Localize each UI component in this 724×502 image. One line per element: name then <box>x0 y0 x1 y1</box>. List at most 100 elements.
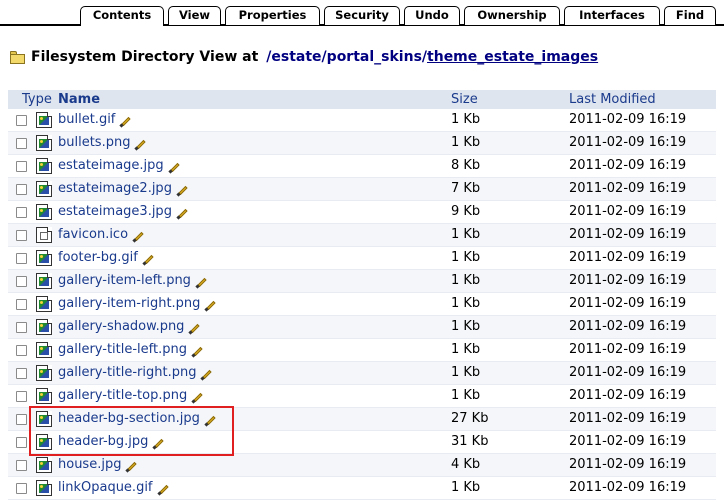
row-checkbox[interactable] <box>16 483 27 494</box>
pencil-icon[interactable] <box>134 139 147 151</box>
image-icon[interactable] <box>36 250 52 266</box>
file-size: 1 Kb <box>451 227 481 242</box>
pencil-icon[interactable] <box>156 484 169 496</box>
row-checkbox[interactable] <box>16 437 27 448</box>
table-row: estateimage2.jpg 7 Kb 2011-02-09 16:19 <box>8 178 716 201</box>
row-checkbox[interactable] <box>16 322 27 333</box>
file-name-link[interactable]: estateimage3.jpg <box>58 204 188 220</box>
image-icon[interactable] <box>36 181 52 197</box>
table-row: gallery-item-left.png 1 Kb 2011-02-09 16:1… <box>8 270 716 293</box>
pencil-icon[interactable] <box>142 254 154 266</box>
pencil-icon[interactable] <box>200 369 213 381</box>
row-checkbox[interactable] <box>16 253 27 264</box>
pencil-icon[interactable] <box>204 300 217 312</box>
row-checkbox[interactable] <box>16 460 27 471</box>
file-name: gallery-title-left.png <box>58 342 187 357</box>
column-size[interactable]: Size <box>451 92 478 107</box>
row-checkbox[interactable] <box>16 414 27 425</box>
pencil-icon[interactable] <box>176 208 188 220</box>
pencil-icon[interactable] <box>168 162 180 174</box>
file-name-link[interactable]: gallery-item-right.png <box>58 296 217 312</box>
tab-interfaces[interactable]: Interfaces <box>564 6 660 25</box>
file-modified: 2011-02-09 16:19 <box>569 250 687 265</box>
file-modified: 2011-02-09 16:19 <box>569 411 687 426</box>
file-name-link[interactable]: header-bg-section.jpg <box>58 411 216 427</box>
pencil-icon[interactable] <box>188 323 201 335</box>
file-name-link[interactable]: gallery-title-right.png <box>58 365 213 381</box>
file-name-link[interactable]: favicon.ico <box>58 227 144 243</box>
file-name-link[interactable]: gallery-title-left.png <box>58 342 203 358</box>
image-icon[interactable] <box>36 457 52 473</box>
pencil-icon[interactable] <box>195 277 207 289</box>
table-row: header-bg.jpg 31 Kb 2011-02-09 16:19 <box>8 431 716 454</box>
table-row: gallery-item-right.png 1 Kb 2011-02-09 16:… <box>8 293 716 316</box>
row-checkbox[interactable] <box>16 391 27 402</box>
row-checkbox[interactable] <box>16 138 27 149</box>
image-icon[interactable] <box>36 434 52 450</box>
pencil-icon[interactable] <box>132 231 144 243</box>
image-icon[interactable] <box>36 342 52 358</box>
file-name: gallery-item-left.png <box>58 273 191 288</box>
file-name-link[interactable]: bullets.png <box>58 135 147 151</box>
image-icon[interactable] <box>36 319 52 335</box>
file-name: house.jpg <box>58 457 122 472</box>
tab-properties[interactable]: Properties <box>225 6 320 25</box>
image-icon[interactable] <box>36 112 52 128</box>
row-checkbox[interactable] <box>16 161 27 172</box>
column-last-modified[interactable]: Last Modified <box>569 92 656 107</box>
row-checkbox[interactable] <box>16 184 27 195</box>
file-name-link[interactable]: header-bg.jpg <box>58 434 165 450</box>
breadcrumb-theme-estate-images[interactable]: theme_estate_images <box>427 49 598 65</box>
file-name-link[interactable]: linkOpaque.gif <box>58 480 169 496</box>
file-name-link[interactable]: bullet.gif <box>58 112 131 128</box>
file-name-link[interactable]: gallery-shadow.png <box>58 319 201 335</box>
file-name-link[interactable]: house.jpg <box>58 457 138 473</box>
row-checkbox[interactable] <box>16 207 27 218</box>
image-icon[interactable] <box>36 411 52 427</box>
tab-ownership[interactable]: Ownership <box>464 6 560 25</box>
image-icon[interactable] <box>36 273 52 289</box>
file-name-link[interactable]: estateimage2.jpg <box>58 181 188 197</box>
file-name-link[interactable]: gallery-item-left.png <box>58 273 207 289</box>
pencil-icon[interactable] <box>125 461 138 473</box>
row-checkbox[interactable] <box>16 299 27 310</box>
tab-find[interactable]: Find <box>664 6 716 25</box>
table-row: footer-bg.gif 1 Kb 2011-02-09 16:19 <box>8 247 716 270</box>
row-checkbox[interactable] <box>16 115 27 126</box>
image-icon[interactable] <box>36 365 52 381</box>
breadcrumb-portal-skins[interactable]: portal_skins <box>327 49 422 65</box>
pencil-icon[interactable] <box>152 438 165 450</box>
pencil-icon[interactable] <box>191 392 203 404</box>
row-checkbox[interactable] <box>16 345 27 356</box>
file-size: 7 Kb <box>451 181 481 196</box>
file-name: estateimage3.jpg <box>58 204 172 219</box>
pencil-icon[interactable] <box>191 346 203 358</box>
file-name: estateimage.jpg <box>58 158 164 173</box>
breadcrumb-estate[interactable]: estate <box>271 49 321 65</box>
image-icon[interactable] <box>36 204 52 220</box>
tab-undo[interactable]: Undo <box>404 6 460 25</box>
tab-security[interactable]: Security <box>324 6 400 25</box>
row-checkbox[interactable] <box>16 276 27 287</box>
column-name[interactable]: Name <box>58 92 100 107</box>
file-modified: 2011-02-09 16:19 <box>569 319 687 334</box>
file-icon[interactable] <box>36 227 52 243</box>
row-checkbox[interactable] <box>16 368 27 379</box>
pencil-icon[interactable] <box>204 415 216 427</box>
pencil-icon[interactable] <box>119 116 131 128</box>
image-icon[interactable] <box>36 158 52 174</box>
file-name-link[interactable]: footer-bg.gif <box>58 250 154 266</box>
image-icon[interactable] <box>36 480 52 496</box>
tab-contents[interactable]: Contents <box>80 6 164 26</box>
image-icon[interactable] <box>36 388 52 404</box>
row-checkbox[interactable] <box>16 230 27 241</box>
file-name-link[interactable]: gallery-title-top.png <box>58 388 203 404</box>
file-name: header-bg-section.jpg <box>58 411 200 426</box>
tab-view[interactable]: View <box>168 6 221 25</box>
tab-bar: Contents View Properties Security Undo O… <box>0 6 724 26</box>
file-name-link[interactable]: estateimage.jpg <box>58 158 180 174</box>
image-icon[interactable] <box>36 135 52 151</box>
image-icon[interactable] <box>36 296 52 312</box>
column-type[interactable]: Type <box>22 92 52 107</box>
pencil-icon[interactable] <box>176 185 188 197</box>
